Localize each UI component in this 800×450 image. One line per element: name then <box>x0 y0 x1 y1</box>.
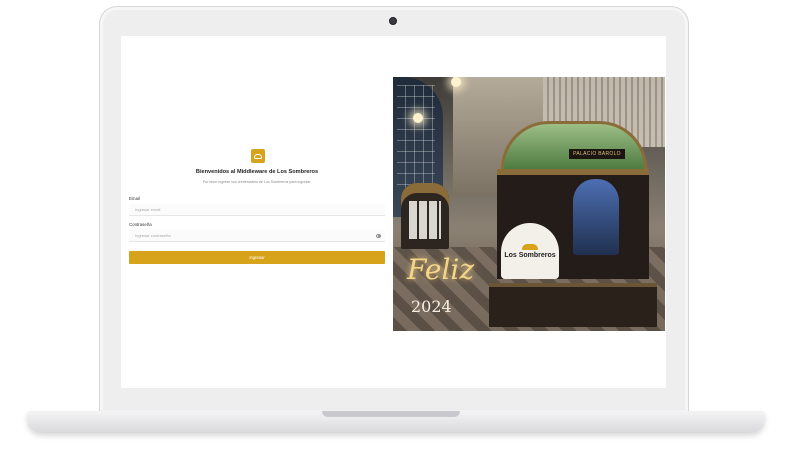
login-button[interactable]: Ingresar <box>129 251 385 264</box>
kiosk-plaque: PALACIO BAROLO <box>569 149 625 159</box>
greeting-text: Feliz <box>407 253 475 286</box>
laptop-notch <box>322 411 460 417</box>
webcam-icon <box>389 17 397 25</box>
kiosk-window <box>573 179 619 255</box>
kiosk-brand-sign: Los Sombreros <box>501 223 559 279</box>
email-field[interactable] <box>135 207 365 212</box>
kiosk-dome <box>501 121 647 173</box>
chandelier-light <box>451 77 461 87</box>
page-subtitle: Por favor ingrese sus credenciales de Lo… <box>202 180 312 184</box>
screen: Bienvenidos al Middleware de Los Sombrer… <box>121 36 666 388</box>
password-field[interactable] <box>135 233 365 238</box>
password-field-wrapper <box>129 230 385 242</box>
page-title: Bienvenidos al Middleware de Los Sombrer… <box>195 169 319 175</box>
password-label: Contraseña <box>129 222 152 227</box>
hat-icon <box>251 149 265 163</box>
eye-icon[interactable] <box>376 234 381 238</box>
brand-name: Los Sombreros <box>504 251 556 259</box>
year-text: 2024 <box>411 297 452 316</box>
email-label: Email <box>129 196 140 201</box>
email-field-wrapper <box>129 204 385 216</box>
hat-icon <box>522 243 538 250</box>
kiosk-base <box>489 283 657 327</box>
lamp-light <box>413 113 423 123</box>
small-kiosk <box>401 183 449 249</box>
hero-image: PALACIO BAROLO Los Sombreros Feliz 2024 <box>393 77 665 331</box>
